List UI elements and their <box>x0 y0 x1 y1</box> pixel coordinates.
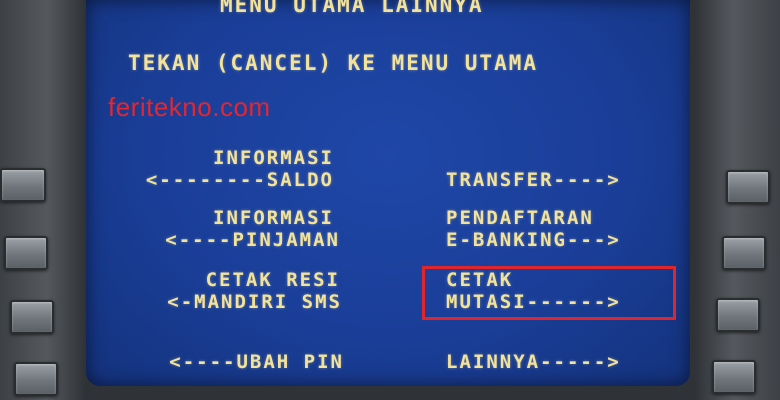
right-key-2[interactable] <box>722 236 766 270</box>
option-cetak-resi-line2[interactable]: <-MANDIRI SMS <box>100 292 342 313</box>
left-key-4[interactable] <box>14 362 58 396</box>
option-pendaftaran-line2[interactable]: E-BANKING---> <box>446 230 621 251</box>
option-cetak-resi-line1: CETAK RESI <box>205 269 340 291</box>
cancel-instruction: TEKAN (CANCEL) KE MENU UTAMA <box>128 51 539 75</box>
menu-title: MENU UTAMA LAINNYA <box>220 0 484 17</box>
right-key-1[interactable] <box>726 170 770 204</box>
option-informasi-pinjaman-line2[interactable]: <----PINJAMAN <box>100 230 340 251</box>
option-transfer[interactable]: TRANSFER----> <box>446 170 621 191</box>
option-lainnya[interactable]: LAINNYA-----> <box>446 352 621 373</box>
left-key-3[interactable] <box>10 300 54 334</box>
left-key-1[interactable] <box>0 168 46 202</box>
watermark-text: feritekno.com <box>108 92 271 122</box>
right-key-4[interactable] <box>712 360 756 394</box>
left-key-2[interactable] <box>4 236 48 270</box>
atm-screen: MENU UTAMA LAINNYA TEKAN (CANCEL) KE MEN… <box>86 0 690 386</box>
option-informasi-saldo-line2[interactable]: <--------SALDO <box>100 170 334 191</box>
option-ubah-pin[interactable]: <----UBAH PIN <box>100 352 344 373</box>
cetak-mutasi-highlight-box <box>422 266 676 320</box>
option-pendaftaran-line1: PENDAFTARAN <box>446 207 594 229</box>
right-key-3[interactable] <box>716 298 760 332</box>
option-informasi-saldo-line1: INFORMASI <box>213 147 334 169</box>
option-informasi-pinjaman-line1: INFORMASI <box>213 207 334 229</box>
